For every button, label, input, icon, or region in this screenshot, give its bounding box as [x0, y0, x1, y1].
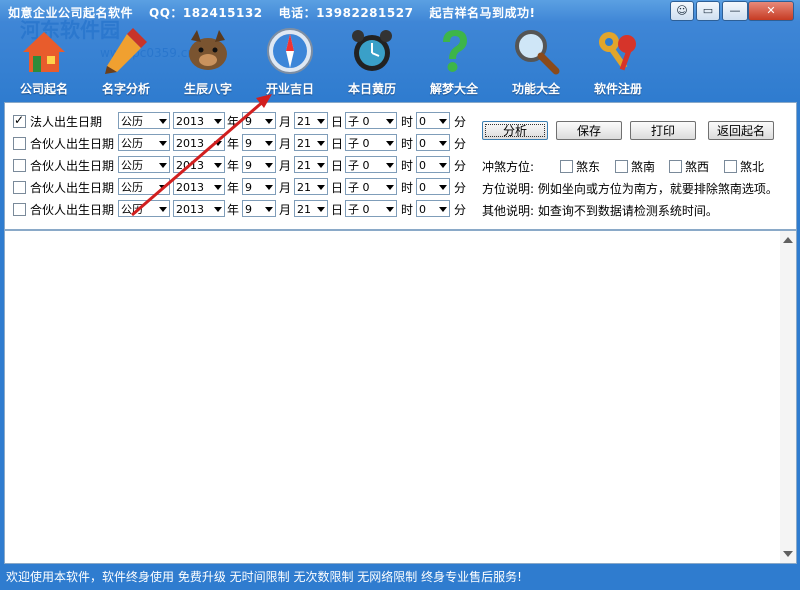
app-window: 如意企业公司起名软件 QQ：182415132 电话：13982281527 起吉祥名… [0, 0, 800, 590]
annotation-arrow [131, 94, 272, 217]
